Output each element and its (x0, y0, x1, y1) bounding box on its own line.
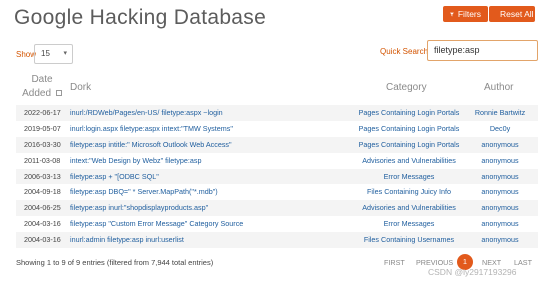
filter-icon (450, 12, 454, 16)
quick-search-label: Quick Search (380, 47, 429, 56)
entries-per-page-select[interactable]: 15 ▾ (34, 44, 73, 64)
cell-dork-link[interactable]: filetype:asp inurl:"shopdisplayproducts.… (70, 200, 208, 216)
cell-dork-link[interactable]: filetype:asp "Custom Error Message" Cate… (70, 216, 243, 232)
cell-dork-link[interactable]: filetype:asp intitle:" Microsoft Outlook… (70, 137, 232, 153)
pagination-last[interactable]: LAST (514, 258, 532, 267)
cell-author-link[interactable]: anonymous (471, 184, 529, 200)
cell-date: 2004-03-16 (24, 219, 61, 229)
cell-author-link[interactable]: anonymous (471, 153, 529, 169)
entries-per-page-value: 15 (41, 49, 50, 58)
cell-author-link[interactable]: anonymous (471, 137, 529, 153)
cell-date: 2019-05-07 (24, 123, 61, 133)
reset-all-button[interactable]: Reset All (489, 6, 535, 22)
filters-button-label: Filters (457, 9, 481, 19)
table-row: 2004-03-16 filetype:asp "Custom Error Mes… (16, 216, 538, 232)
cell-date: 2016-03-30 (24, 139, 61, 149)
column-header-category[interactable]: Category (386, 82, 427, 93)
cell-date: 2004-06-25 (24, 203, 61, 213)
cell-category-link[interactable]: Advisories and Vulnerabilities (334, 153, 484, 169)
cell-date: 2004-03-16 (24, 235, 61, 245)
cell-category-link[interactable]: Files Containing Usernames (334, 232, 484, 248)
cell-dork-link[interactable]: intext:"Web Design by Webz" filetype:asp (70, 153, 201, 169)
pagination-previous[interactable]: PREVIOUS (416, 258, 453, 267)
column-header-author[interactable]: Author (484, 82, 513, 93)
cell-category-link[interactable]: Error Messages (334, 169, 484, 185)
cell-category-link[interactable]: Pages Containing Login Portals (334, 121, 484, 137)
cell-category-link[interactable]: Files Containing Juicy Info (334, 184, 484, 200)
table-row: 2016-03-30 filetype:asp intitle:" Microso… (16, 136, 538, 153)
cell-date: 2022-06-17 (24, 108, 61, 117)
chevron-down-icon: ▾ (63, 50, 67, 57)
watermark: CSDN @ly2917193296 (428, 267, 517, 277)
pagination-first[interactable]: FIRST (384, 258, 405, 267)
column-header-date-label: Date Added (22, 74, 53, 99)
cell-date: 2006-03-13 (24, 171, 61, 181)
table-row: 2004-03-16 inurl:admin filetype:asp inurl… (16, 232, 538, 249)
cell-author-link[interactable]: Ronnie Bartwitz (471, 105, 529, 121)
filters-button[interactable]: Filters (443, 6, 488, 22)
cell-dork-link[interactable]: inurl:login.aspx filetype:aspx intext:"T… (70, 121, 233, 137)
cell-dork-link[interactable]: filetype:asp + "[ODBC SQL" (70, 169, 159, 185)
table-row: 2011-03-08 intext:"Web Design by Webz" fi… (16, 153, 538, 169)
cell-dork-link[interactable]: inurl:/RDWeb/Pages/en-US/ filetype:aspx … (70, 105, 223, 121)
sort-icon[interactable] (55, 90, 62, 97)
column-header-dork[interactable]: Dork (70, 82, 91, 93)
cell-dork-link[interactable]: inurl:admin filetype:asp inurl:userlist (70, 232, 184, 248)
page-title: Google Hacking Database (14, 6, 267, 29)
cell-category-link[interactable]: Advisories and Vulnerabilities (334, 200, 484, 216)
cell-category-link[interactable]: Pages Containing Login Portals (334, 105, 484, 121)
entries-info: Showing 1 to 9 of 9 entries (filtered fr… (16, 258, 214, 267)
table-row: 2022-06-17 inurl:/RDWeb/Pages/en-US/ file… (16, 105, 538, 121)
cell-category-link[interactable]: Pages Containing Login Portals (334, 137, 484, 153)
cell-dork-link[interactable]: filetype:asp DBQ=" * Server.MapPath("*.m… (70, 184, 218, 200)
table-row: 2004-06-25 filetype:asp inurl:"shopdispla… (16, 200, 538, 217)
table-row: 2006-03-13 filetype:asp + "[ODBC SQL" Erro… (16, 168, 538, 185)
cell-author-link[interactable]: anonymous (471, 232, 529, 248)
cell-date: 2011-03-08 (24, 155, 61, 165)
cell-category-link[interactable]: Error Messages (334, 216, 484, 232)
show-label: Show (16, 50, 37, 59)
cell-date: 2004-09-18 (24, 187, 61, 197)
results-table-body: 2022-06-17 inurl:/RDWeb/Pages/en-US/ file… (16, 105, 538, 249)
pagination-next[interactable]: NEXT (482, 258, 501, 267)
column-header-date[interactable]: Date Added (20, 73, 64, 101)
cell-author-link[interactable]: anonymous (471, 216, 529, 232)
reset-all-button-label: Reset All (500, 9, 534, 19)
table-row: 2019-05-07 inurl:login.aspx filetype:aspx… (16, 121, 538, 137)
cell-author-link[interactable]: anonymous (471, 169, 529, 185)
cell-author-link[interactable]: anonymous (471, 200, 529, 216)
cell-author-link[interactable]: Dec0y (471, 121, 529, 137)
table-header: Date Added Dork Category Author (16, 70, 538, 104)
quick-search-input[interactable]: filetype:asp (427, 40, 538, 61)
table-row: 2004-09-18 filetype:asp DBQ=" * Server.Ma… (16, 184, 538, 200)
